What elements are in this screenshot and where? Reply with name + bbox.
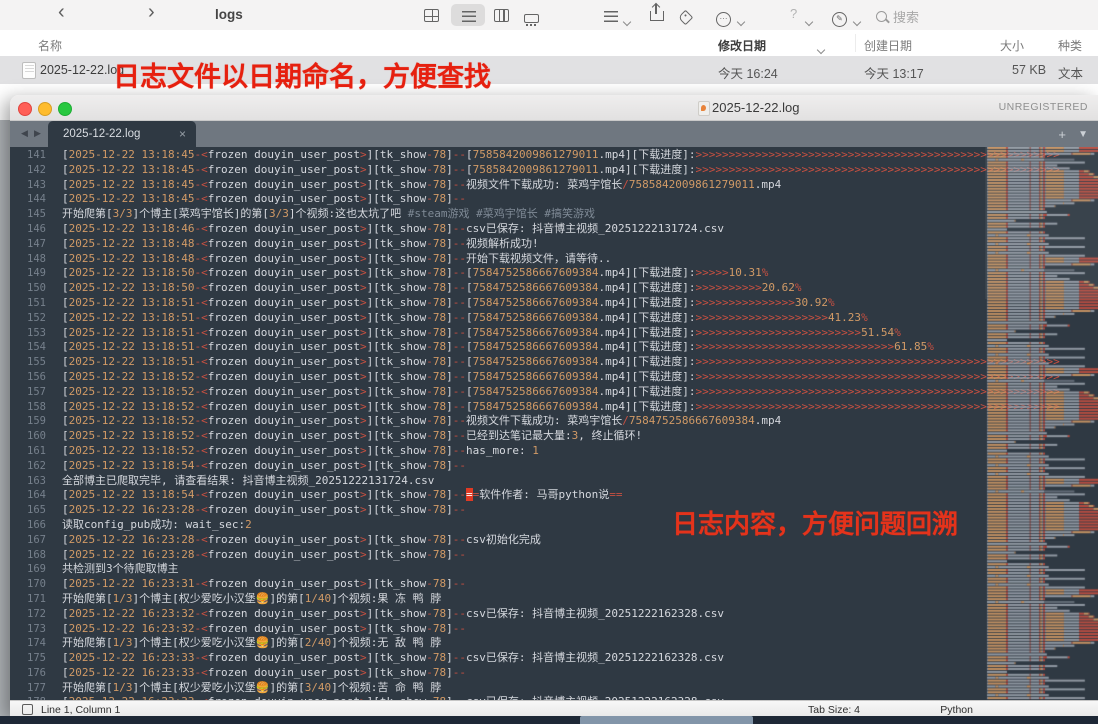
column-header-size[interactable]: 大小 bbox=[1000, 37, 1024, 54]
annotation-log-content: 日志内容，方便问题回溯 bbox=[672, 504, 958, 541]
log-line: 147[2025-12-22 13:18:48-<frozen douyin_u… bbox=[10, 237, 1060, 252]
tab-size-indicator[interactable]: Tab Size: 4 bbox=[808, 704, 860, 716]
sublime-file-icon bbox=[698, 101, 710, 116]
column-header-modified[interactable]: 修改日期 bbox=[718, 37, 766, 54]
finder-column-headers: 名称 修改日期 创建日期 大小 种类 bbox=[0, 30, 1098, 56]
editor-titlebar[interactable]: 2025-12-22.log UNREGISTERED bbox=[10, 95, 1098, 121]
log-line: 159[2025-12-22 13:18:52-<frozen douyin_u… bbox=[10, 414, 1060, 429]
tab-active[interactable]: 2025-12-22.log × bbox=[48, 121, 196, 148]
log-line: 175[2025-12-22 16:23:33-<frozen douyin_u… bbox=[10, 651, 1060, 666]
tab-label: 2025-12-22.log bbox=[63, 128, 140, 140]
log-line: 170[2025-12-22 16:23:31-<frozen douyin_u… bbox=[10, 577, 1060, 592]
tag-icon[interactable] bbox=[680, 10, 691, 28]
annotation-filename: 日志文件以日期命名，方便查找 bbox=[113, 55, 491, 94]
file-modified: 今天 16:24 bbox=[718, 63, 778, 82]
log-line: 144[2025-12-22 13:18:45-<frozen douyin_u… bbox=[10, 192, 1060, 207]
bottom-window-strip bbox=[0, 716, 1098, 724]
status-bar: Line 1, Column 1 Tab Size: 4 Python bbox=[10, 700, 1098, 716]
group-icon[interactable] bbox=[604, 9, 618, 27]
log-line: 169共检测到3个待爬取博主 bbox=[10, 562, 1060, 577]
share-icon[interactable] bbox=[650, 6, 664, 26]
screen: ‹ › logs ··· ? ✎ 搜索 名称 修改日期 bbox=[0, 0, 1098, 724]
log-line: 171开始爬第[1/3]个博主[权少爱吃小汉堡🍔]的第[1/40]个视频:果 冻… bbox=[10, 592, 1060, 607]
file-name: 2025-12-22.log bbox=[40, 63, 124, 77]
view-grid-icon[interactable] bbox=[424, 9, 439, 27]
log-line: 156[2025-12-22 13:18:52-<frozen douyin_u… bbox=[10, 370, 1060, 385]
log-line: 153[2025-12-22 13:18:51-<frozen douyin_u… bbox=[10, 326, 1060, 341]
log-line: 145开始爬第[3/3]个博主[菜鸡宇馆长]的第[3/3]个视频:这也太坑了吧 … bbox=[10, 207, 1060, 222]
view-columns-icon[interactable] bbox=[494, 9, 509, 27]
editor-window: 2025-12-22.log UNREGISTERED ◀ ▶ 2025-12-… bbox=[10, 95, 1098, 716]
finder-toolbar: ‹ › logs ··· ? ✎ 搜索 bbox=[0, 0, 1098, 31]
view-gallery-icon[interactable] bbox=[524, 10, 539, 28]
bottom-window-segment bbox=[580, 716, 753, 724]
zoom-window-icon[interactable] bbox=[58, 102, 72, 116]
selection-mode-icon[interactable] bbox=[22, 704, 33, 715]
editor-window-title: 2025-12-22.log bbox=[712, 100, 799, 115]
help-chevron-icon bbox=[806, 12, 812, 30]
tab-overflow-icon[interactable]: ▼ bbox=[1078, 129, 1088, 140]
log-line: 176[2025-12-22 16:23:33-<frozen douyin_u… bbox=[10, 666, 1060, 681]
search-icon[interactable] bbox=[876, 9, 887, 27]
log-line: 154[2025-12-22 13:18:51-<frozen douyin_u… bbox=[10, 340, 1060, 355]
log-line: 155[2025-12-22 13:18:51-<frozen douyin_u… bbox=[10, 355, 1060, 370]
file-size: 57 KB bbox=[1012, 63, 1046, 77]
forward-icon[interactable]: › bbox=[148, 1, 155, 24]
log-line: 143[2025-12-22 13:18:45-<frozen douyin_u… bbox=[10, 178, 1060, 193]
column-header-created[interactable]: 创建日期 bbox=[864, 37, 912, 54]
log-line: 174开始爬第[1/3]个博主[权少爱吃小汉堡🍔]的第[2/40]个视频:无 敌… bbox=[10, 636, 1060, 651]
search-input[interactable]: 搜索 bbox=[893, 7, 919, 26]
close-window-icon[interactable] bbox=[18, 102, 32, 116]
log-line: 150[2025-12-22 13:18:50-<frozen douyin_u… bbox=[10, 281, 1060, 296]
log-line: 164[2025-12-22 13:18:54-<frozen douyin_u… bbox=[10, 488, 1060, 503]
log-line: 157[2025-12-22 13:18:52-<frozen douyin_u… bbox=[10, 385, 1060, 400]
tab-close-icon[interactable]: × bbox=[179, 127, 186, 141]
more-chevron-icon bbox=[738, 12, 744, 30]
log-line: 149[2025-12-22 13:18:50-<frozen douyin_u… bbox=[10, 266, 1060, 281]
column-header-kind[interactable]: 种类 bbox=[1058, 37, 1082, 54]
editor-content[interactable]: 141[2025-12-22 13:18:45-<frozen douyin_u… bbox=[10, 147, 1098, 700]
file-kind: 文本 bbox=[1058, 63, 1083, 82]
syntax-indicator[interactable]: Python bbox=[940, 704, 973, 716]
column-divider bbox=[855, 34, 856, 52]
log-line: 163全部博主已爬取完毕, 请查看结果: 抖音博主视频_202512221317… bbox=[10, 474, 1060, 489]
log-line: 158[2025-12-22 13:18:52-<frozen douyin_u… bbox=[10, 400, 1060, 415]
log-line: 168[2025-12-22 16:23:28-<frozen douyin_u… bbox=[10, 548, 1060, 563]
back-icon[interactable]: ‹ bbox=[58, 1, 65, 24]
document-icon bbox=[22, 62, 36, 79]
log-line: 148[2025-12-22 13:18:48-<frozen douyin_u… bbox=[10, 252, 1060, 267]
tab-scroll-left-icon[interactable]: ◀ bbox=[21, 128, 28, 139]
log-line: 162[2025-12-22 13:18:54-<frozen douyin_u… bbox=[10, 459, 1060, 474]
new-tab-icon[interactable]: + bbox=[1058, 127, 1066, 142]
log-line: 161[2025-12-22 13:18:52-<frozen douyin_u… bbox=[10, 444, 1060, 459]
log-line: 141[2025-12-22 13:18:45-<frozen douyin_u… bbox=[10, 148, 1060, 163]
log-line: 173[2025-12-22 16:23:32-<frozen douyin_u… bbox=[10, 622, 1060, 637]
file-created: 今天 13:17 bbox=[864, 63, 924, 82]
more-icon[interactable]: ··· bbox=[716, 8, 731, 27]
log-line: 152[2025-12-22 13:18:51-<frozen douyin_u… bbox=[10, 311, 1060, 326]
log-line: 172[2025-12-22 16:23:32-<frozen douyin_u… bbox=[10, 607, 1060, 622]
background-window-edge bbox=[0, 120, 10, 716]
minimap-viewport[interactable] bbox=[985, 147, 1098, 299]
minimize-window-icon[interactable] bbox=[38, 102, 52, 116]
group-chevron-icon bbox=[624, 12, 630, 30]
help-icon[interactable]: ? bbox=[790, 6, 797, 21]
code-lines[interactable]: 141[2025-12-22 13:18:45-<frozen douyin_u… bbox=[10, 148, 1060, 700]
finder-title: logs bbox=[215, 7, 243, 22]
quick-action-icon[interactable]: ✎ bbox=[832, 8, 847, 27]
log-line: 142[2025-12-22 13:18:45-<frozen douyin_u… bbox=[10, 163, 1060, 178]
tab-scroll-right-icon[interactable]: ▶ bbox=[34, 128, 41, 139]
log-line: 177开始爬第[1/3]个博主[权少爱吃小汉堡🍔]的第[3/40]个视频:苦 命… bbox=[10, 681, 1060, 696]
view-list-icon[interactable] bbox=[462, 9, 476, 27]
cursor-position: Line 1, Column 1 bbox=[41, 704, 120, 716]
log-line: 151[2025-12-22 13:18:51-<frozen douyin_u… bbox=[10, 296, 1060, 311]
log-line: 160[2025-12-22 13:18:52-<frozen douyin_u… bbox=[10, 429, 1060, 444]
quick-action-chevron-icon bbox=[854, 12, 860, 30]
log-line: 146[2025-12-22 13:18:46-<frozen douyin_u… bbox=[10, 222, 1060, 237]
tab-bar: ◀ ▶ 2025-12-22.log × + ▼ bbox=[10, 121, 1098, 148]
license-status: UNREGISTERED bbox=[999, 101, 1088, 113]
column-header-name[interactable]: 名称 bbox=[38, 37, 62, 54]
